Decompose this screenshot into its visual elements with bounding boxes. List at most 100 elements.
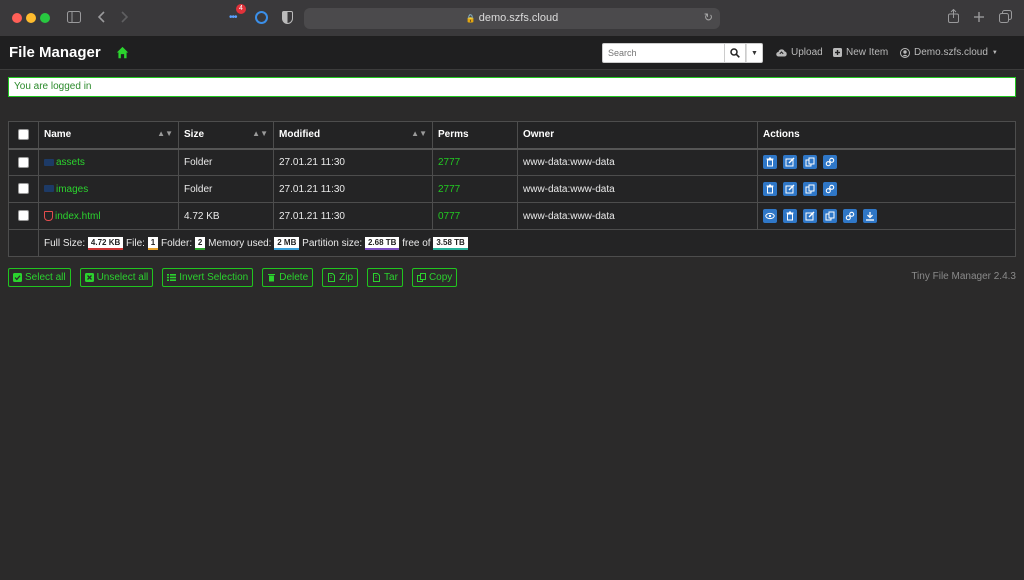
- extension-badge: 4: [236, 4, 246, 14]
- search-button[interactable]: [725, 43, 746, 63]
- delete-icon[interactable]: [763, 182, 777, 196]
- tar-label: Tar: [384, 272, 398, 283]
- file-name-link[interactable]: assets: [56, 157, 85, 168]
- invert-selection-button[interactable]: Invert Selection: [162, 268, 254, 287]
- lock-icon: 🔒: [465, 14, 476, 23]
- file-name-link[interactable]: index.html: [55, 211, 101, 222]
- owner-cell: www-data:www-data: [517, 202, 758, 230]
- link-icon[interactable]: [823, 155, 837, 170]
- select-all-button[interactable]: Select all: [8, 268, 71, 287]
- link-icon[interactable]: [823, 182, 837, 196]
- row-checkbox[interactable]: [18, 183, 29, 195]
- share-icon[interactable]: [948, 8, 959, 27]
- perms-link[interactable]: 0777: [432, 202, 518, 230]
- memory-badge: 2 MB: [274, 236, 300, 250]
- memory-label: Memory used:: [208, 237, 272, 249]
- select-all-checkbox[interactable]: [18, 129, 29, 141]
- actions-header: Actions: [757, 121, 1016, 150]
- app-brand[interactable]: File Manager: [9, 44, 101, 61]
- forward-icon[interactable]: [121, 9, 129, 27]
- size-header[interactable]: Size ▲▼: [178, 121, 274, 150]
- file-table: Name ▲▼ Size ▲▼ Modified ▲▼ Perms Owner Act…: [8, 121, 1016, 257]
- modified-header-label: Modified: [279, 129, 321, 141]
- zip-button[interactable]: Zip: [322, 268, 359, 287]
- minimize-window-button[interactable]: [26, 13, 36, 23]
- user-menu[interactable]: Demo.szfs.cloud ▼: [900, 47, 998, 58]
- reload-icon[interactable]: ↻: [704, 8, 713, 29]
- name-cell: index.html: [38, 202, 179, 230]
- bulk-action-bar: Select all Unselect all Invert Selection…: [8, 268, 458, 287]
- row-checkbox-cell: [8, 148, 39, 176]
- caret-down-icon: ▼: [991, 49, 998, 56]
- new-tab-icon[interactable]: [973, 9, 985, 27]
- sort-icon: ▲▼: [252, 129, 268, 139]
- delete-icon[interactable]: [763, 155, 777, 170]
- file-label: File:: [126, 237, 145, 249]
- free-of-label: free of: [402, 237, 431, 249]
- search-dropdown-button[interactable]: ▼: [746, 43, 763, 63]
- perms-link[interactable]: 2777: [432, 148, 518, 176]
- actions-cell: [757, 202, 1016, 230]
- file-archive-icon: [328, 273, 336, 282]
- unselect-all-button[interactable]: Unselect all: [79, 268, 154, 287]
- rename-icon[interactable]: [783, 182, 797, 196]
- plus-square-icon: [833, 48, 842, 57]
- file-name-link[interactable]: images: [56, 184, 88, 195]
- file-archive-icon: [373, 273, 381, 282]
- table-header-row: Name ▲▼ Size ▲▼ Modified ▲▼ Perms Owner Act…: [8, 121, 1016, 150]
- login-alert: You are logged in: [8, 77, 1016, 97]
- zoom-window-button[interactable]: [40, 13, 50, 23]
- sort-icon: ▲▼: [157, 129, 173, 139]
- actions-cell: [757, 175, 1016, 203]
- copy-button[interactable]: Copy: [411, 268, 458, 287]
- summary-spacer: [8, 229, 39, 257]
- unselect-all-label: Unselect all: [96, 272, 149, 283]
- extension-ring-icon[interactable]: [255, 11, 268, 24]
- partition-badge: 2.68 TB: [364, 236, 400, 250]
- folder-icon: [44, 185, 54, 193]
- rename-icon[interactable]: [783, 155, 797, 170]
- full-size-badge: 4.72 KB: [87, 236, 124, 250]
- size-header-label: Size: [184, 129, 205, 141]
- new-item-label: New Item: [846, 47, 889, 58]
- table-row: index.html 4.72 KB 27.01.21 11:30 0777 w…: [8, 202, 1016, 230]
- user-circle-icon: [900, 47, 910, 58]
- search-input[interactable]: [602, 43, 725, 63]
- address-bar[interactable]: 🔒 demo.szfs.cloud ↻: [304, 8, 720, 29]
- row-checkbox[interactable]: [18, 210, 29, 222]
- upload-link[interactable]: Upload: [776, 47, 823, 58]
- name-header[interactable]: Name ▲▼: [38, 121, 179, 150]
- copy-icon[interactable]: [823, 209, 837, 223]
- delete-icon[interactable]: [783, 209, 797, 223]
- summary-row: Full Size: 4.72 KB File: 1 Folder: 2 Mem…: [8, 229, 1016, 257]
- owner-cell: www-data:www-data: [517, 175, 758, 203]
- search-icon: [730, 48, 740, 58]
- perms-link[interactable]: 2777: [432, 175, 518, 203]
- sidebar-toggle-icon[interactable]: [67, 9, 81, 27]
- delete-button[interactable]: Delete: [262, 268, 314, 287]
- name-header-label: Name: [44, 129, 72, 141]
- invert-selection-label: Invert Selection: [179, 272, 249, 283]
- row-checkbox[interactable]: [18, 156, 29, 168]
- home-icon[interactable]: [116, 46, 129, 59]
- table-row: assets Folder 27.01.21 11:30 2777 www-da…: [8, 148, 1016, 176]
- full-size-label: Full Size:: [44, 237, 86, 249]
- delete-label: Delete: [279, 272, 309, 283]
- link-icon[interactable]: [843, 209, 857, 223]
- back-icon[interactable]: [97, 9, 105, 27]
- tar-button[interactable]: Tar: [367, 268, 403, 287]
- download-icon[interactable]: [863, 209, 877, 223]
- copy-icon[interactable]: [803, 155, 817, 170]
- owner-cell: www-data:www-data: [517, 148, 758, 176]
- copy-icon[interactable]: [803, 182, 817, 196]
- tab-overview-icon[interactable]: [999, 9, 1012, 27]
- close-window-button[interactable]: [12, 13, 22, 23]
- modified-header[interactable]: Modified ▲▼: [273, 121, 433, 150]
- privacy-shield-icon[interactable]: [282, 11, 293, 24]
- partition-label: Partition size:: [302, 237, 363, 249]
- view-icon[interactable]: [763, 209, 777, 223]
- select-all-label: Select all: [25, 272, 66, 283]
- new-item-link[interactable]: New Item: [833, 47, 888, 58]
- extension-dots-icon[interactable]: •••: [229, 12, 237, 23]
- rename-icon[interactable]: [803, 209, 817, 223]
